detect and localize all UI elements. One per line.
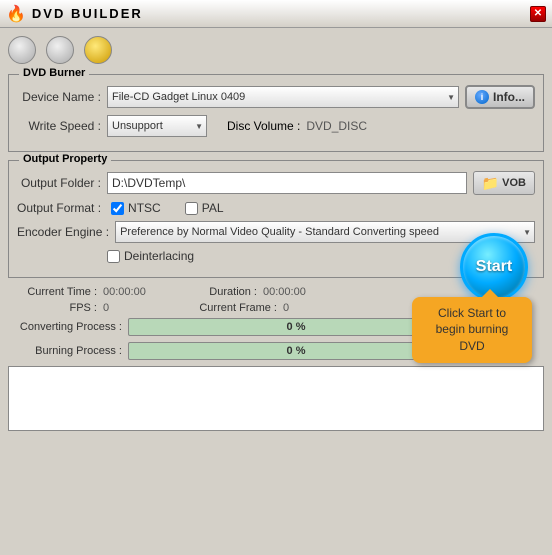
fps-value: 0 [103,302,183,314]
flame-icon: 🔥 [6,4,26,24]
log-area[interactable] [8,366,544,431]
main-window: DVD Burner Device Name : File-CD Gadget … [0,28,552,555]
tl-btn-2[interactable] [46,36,74,64]
deinterlacing-checkbox[interactable] [107,250,120,263]
write-speed-row: Write Speed : Unsupport Disc Volume : DV… [17,115,535,137]
start-tooltip: Click Start to begin burning DVD [412,297,532,363]
burning-label: Burning Process : [8,345,128,357]
ntsc-label: NTSC [128,201,161,215]
current-time-label: Current Time : [8,286,103,298]
vob-button[interactable]: 📁 VOB [473,171,535,195]
pal-checkbox-row: PAL [185,201,224,215]
fps-label: FPS : [8,302,103,314]
tl-btn-1[interactable] [8,36,36,64]
close-button[interactable]: ✕ [530,6,546,22]
dvd-burner-label: DVD Burner [19,67,89,79]
disc-volume-label: Disc Volume : [227,119,300,133]
disc-volume-value: DVD_DISC [306,119,367,133]
deinterlacing-label: Deinterlacing [124,249,194,263]
output-format-row: Output Format : NTSC PAL [17,201,535,215]
traffic-lights [8,36,544,64]
current-frame-label: Current Frame : [183,302,283,314]
device-name-select[interactable]: File-CD Gadget Linux 0409 [107,86,459,108]
duration-value: 00:00:00 [263,286,343,298]
burning-percent: 0 % [287,345,306,357]
current-time-value: 00:00:00 [103,286,183,298]
write-speed-select[interactable]: Unsupport [107,115,207,137]
duration-label: Duration : [183,286,263,298]
tl-btn-3[interactable] [84,36,112,64]
converting-percent: 0 % [287,321,306,333]
folder-icon: 📁 [482,175,499,192]
lower-section: Current Time : 00:00:00 Duration : 00:00… [8,286,544,431]
title-bar: 🔥 DVD BUILDER ✕ [0,0,552,28]
output-format-label: Output Format : [17,201,107,215]
pal-checkbox[interactable] [185,202,198,215]
ntsc-checkbox[interactable] [111,202,124,215]
dvd-burner-group: DVD Burner Device Name : File-CD Gadget … [8,74,544,152]
encoder-engine-label: Encoder Engine : [17,225,115,239]
pal-label: PAL [202,201,224,215]
write-speed-label: Write Speed : [17,119,107,133]
info-button[interactable]: i Info... [465,85,535,109]
device-name-row: Device Name : File-CD Gadget Linux 0409 … [17,85,535,109]
output-folder-label: Output Folder : [17,176,107,190]
output-folder-input[interactable] [107,172,467,194]
converting-label: Converting Process : [8,321,128,333]
output-folder-row: Output Folder : 📁 VOB [17,171,535,195]
current-frame-value: 0 [283,302,363,314]
device-name-label: Device Name : [17,90,107,104]
encoder-engine-row: Encoder Engine : Preference by Normal Vi… [17,221,535,243]
output-property-label: Output Property [19,153,111,165]
info-icon: i [475,90,489,104]
app-title: DVD BUILDER [32,6,143,21]
ntsc-checkbox-row: NTSC [111,201,161,215]
